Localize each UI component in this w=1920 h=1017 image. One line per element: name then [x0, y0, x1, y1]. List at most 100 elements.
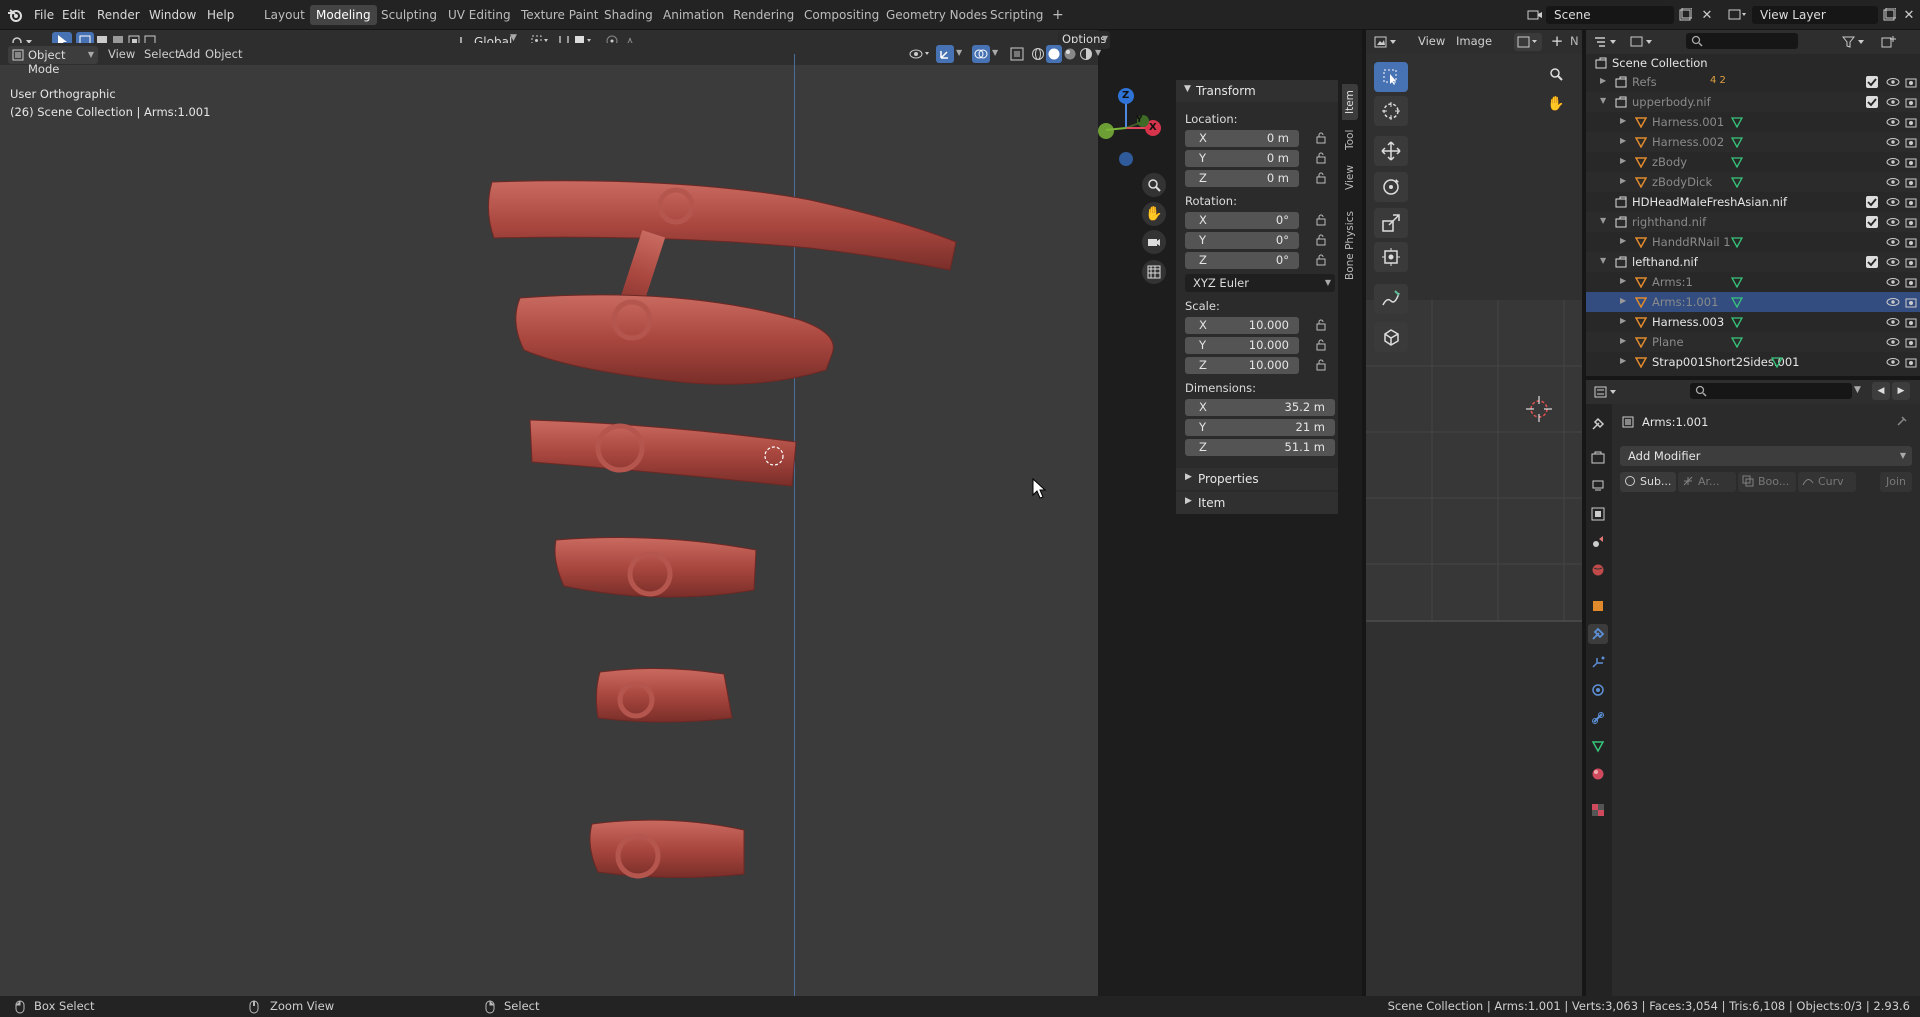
lock-icon[interactable]: [1315, 339, 1327, 351]
new-collection-icon[interactable]: [1880, 33, 1898, 51]
modifier-tab-icon[interactable]: [1588, 624, 1608, 644]
chevron-right-icon[interactable]: ▶: [1620, 336, 1626, 345]
outliner-row[interactable]: ▶ Arms:1.001: [1586, 292, 1920, 312]
tab-geometry-nodes[interactable]: Geometry Nodes: [880, 5, 993, 25]
render-camera-icon[interactable]: [1904, 135, 1918, 149]
properties-subpanel[interactable]: ▶ Properties: [1176, 468, 1338, 490]
render-camera-icon[interactable]: [1904, 175, 1918, 189]
outliner-row[interactable]: ▶ zBody: [1586, 152, 1920, 172]
lock-icon[interactable]: [1315, 172, 1327, 184]
image-editor-menu-image[interactable]: Image: [1456, 34, 1492, 48]
mesh-data-icon[interactable]: [1730, 155, 1744, 169]
rotation-mode-dropdown[interactable]: XYZ Euler ▼: [1185, 274, 1335, 292]
menu-window[interactable]: Window: [143, 5, 202, 25]
tool-tab-icon[interactable]: [1588, 414, 1608, 434]
lock-icon[interactable]: [1315, 319, 1327, 331]
boolean-quick-button[interactable]: Boo...: [1738, 472, 1796, 492]
visibility-icon[interactable]: [908, 46, 932, 62]
visibility-eye-icon[interactable]: [1886, 335, 1900, 349]
strap-5[interactable]: [595, 667, 733, 723]
particles-tab-icon[interactable]: [1588, 652, 1608, 672]
next-arrow-icon[interactable]: ▶: [1892, 382, 1910, 400]
tab-modeling[interactable]: Modeling: [310, 5, 377, 25]
new-scene-icon[interactable]: [1676, 6, 1694, 24]
chevron-right-icon[interactable]: ▶: [1620, 136, 1626, 145]
image-pan-icon[interactable]: ✋: [1544, 92, 1568, 116]
render-camera-icon[interactable]: [1904, 315, 1918, 329]
chevron-right-icon[interactable]: ▶: [1620, 156, 1626, 165]
new-view-layer-icon[interactable]: [1880, 6, 1898, 24]
data-tab-icon[interactable]: [1588, 736, 1608, 756]
chevron-right-icon[interactable]: ▶: [1620, 236, 1626, 245]
exclude-checkbox-icon[interactable]: [1866, 196, 1878, 208]
outliner-row[interactable]: ▶ Harness.002: [1586, 132, 1920, 152]
render-camera-icon[interactable]: [1904, 255, 1918, 269]
outliner-row[interactable]: ▼ righthand.nif: [1586, 212, 1920, 232]
visibility-eye-icon[interactable]: [1886, 315, 1900, 329]
tab-tool[interactable]: Tool: [1342, 124, 1358, 156]
exclude-checkbox-icon[interactable]: [1866, 96, 1878, 108]
strap-6[interactable]: [589, 819, 745, 879]
strap-2[interactable]: [515, 294, 834, 385]
visibility-eye-icon[interactable]: [1886, 195, 1900, 209]
chevron-right-icon[interactable]: ▶: [1600, 76, 1606, 85]
lock-icon[interactable]: [1315, 214, 1327, 226]
tab-item[interactable]: Item: [1342, 84, 1358, 120]
new-image-icon[interactable]: +: [1548, 32, 1566, 50]
outliner-row[interactable]: ▶ zBodyDick: [1586, 172, 1920, 192]
render-tab-icon[interactable]: [1588, 448, 1608, 468]
select-box-tool-icon[interactable]: [1374, 62, 1408, 92]
render-camera-icon[interactable]: [1904, 295, 1918, 309]
render-camera-icon[interactable]: [1904, 235, 1918, 249]
chevron-right-icon[interactable]: ▶: [1620, 356, 1626, 365]
zoom-icon[interactable]: [1142, 173, 1166, 197]
rotate-tool-icon[interactable]: [1374, 172, 1408, 202]
chevron-down-icon[interactable]: ▼: [956, 48, 962, 57]
properties-type-icon[interactable]: [1592, 383, 1622, 401]
exclude-checkbox-icon[interactable]: [1866, 76, 1878, 88]
strap-meshes[interactable]: [480, 170, 960, 890]
mesh-data-icon[interactable]: [1730, 295, 1744, 309]
viewport-menu-add[interactable]: Add: [178, 47, 200, 61]
visibility-eye-icon[interactable]: [1886, 135, 1900, 149]
visibility-eye-icon[interactable]: [1886, 155, 1900, 169]
display-mode-icon[interactable]: [1628, 33, 1658, 51]
visibility-eye-icon[interactable]: [1886, 175, 1900, 189]
outliner-row[interactable]: ▶ Arms:1: [1586, 272, 1920, 292]
filter-icon[interactable]: [1840, 33, 1868, 51]
image-editor-menu-view[interactable]: View: [1418, 34, 1445, 48]
tab-scripting[interactable]: Scripting: [984, 5, 1049, 25]
outliner-row[interactable]: ▶ Harness.001: [1586, 112, 1920, 132]
tab-compositing[interactable]: Compositing: [798, 5, 885, 25]
shading-solid-icon[interactable]: [1046, 45, 1062, 63]
mesh-data-icon[interactable]: [1730, 275, 1744, 289]
render-camera-icon[interactable]: [1904, 275, 1918, 289]
visibility-eye-icon[interactable]: [1886, 95, 1900, 109]
shading-rendered-icon[interactable]: [1078, 45, 1094, 63]
armature-quick-button[interactable]: Ar...: [1678, 472, 1736, 492]
subdivision-quick-button[interactable]: Sub...: [1620, 472, 1676, 492]
outliner-row[interactable]: ▶ Refs 4 2: [1586, 72, 1920, 92]
overlays-toggle-icon[interactable]: [972, 45, 990, 63]
chevron-down-icon[interactable]: ▼: [1095, 48, 1101, 57]
chevron-right-icon[interactable]: ▶: [1620, 176, 1626, 185]
render-camera-icon[interactable]: [1904, 95, 1918, 109]
viewport-menu-view[interactable]: View: [108, 47, 135, 61]
chevron-down-icon[interactable]: ▼: [1854, 385, 1861, 395]
ortho-grid-icon[interactable]: [1142, 260, 1166, 284]
sidebar-toggle[interactable]: N: [1570, 34, 1579, 48]
mesh-data-icon[interactable]: [1730, 315, 1744, 329]
menu-help[interactable]: Help: [201, 5, 240, 25]
chevron-right-icon[interactable]: ▶: [1620, 116, 1626, 125]
physics-tab-icon[interactable]: [1588, 680, 1608, 700]
tab-rendering[interactable]: Rendering: [727, 5, 800, 25]
output-tab-icon[interactable]: [1588, 476, 1608, 496]
render-camera-icon[interactable]: [1904, 75, 1918, 89]
location-z-field[interactable]: Z 0 m: [1185, 170, 1299, 187]
item-subpanel[interactable]: ▶ Item: [1176, 492, 1338, 514]
chevron-down-icon[interactable]: ▼: [1600, 256, 1606, 265]
transform-header[interactable]: ▼ Transform: [1176, 80, 1338, 102]
chevron-right-icon[interactable]: ▶: [1620, 316, 1626, 325]
join-button[interactable]: Join: [1880, 472, 1912, 492]
exclude-checkbox-icon[interactable]: [1866, 256, 1878, 268]
